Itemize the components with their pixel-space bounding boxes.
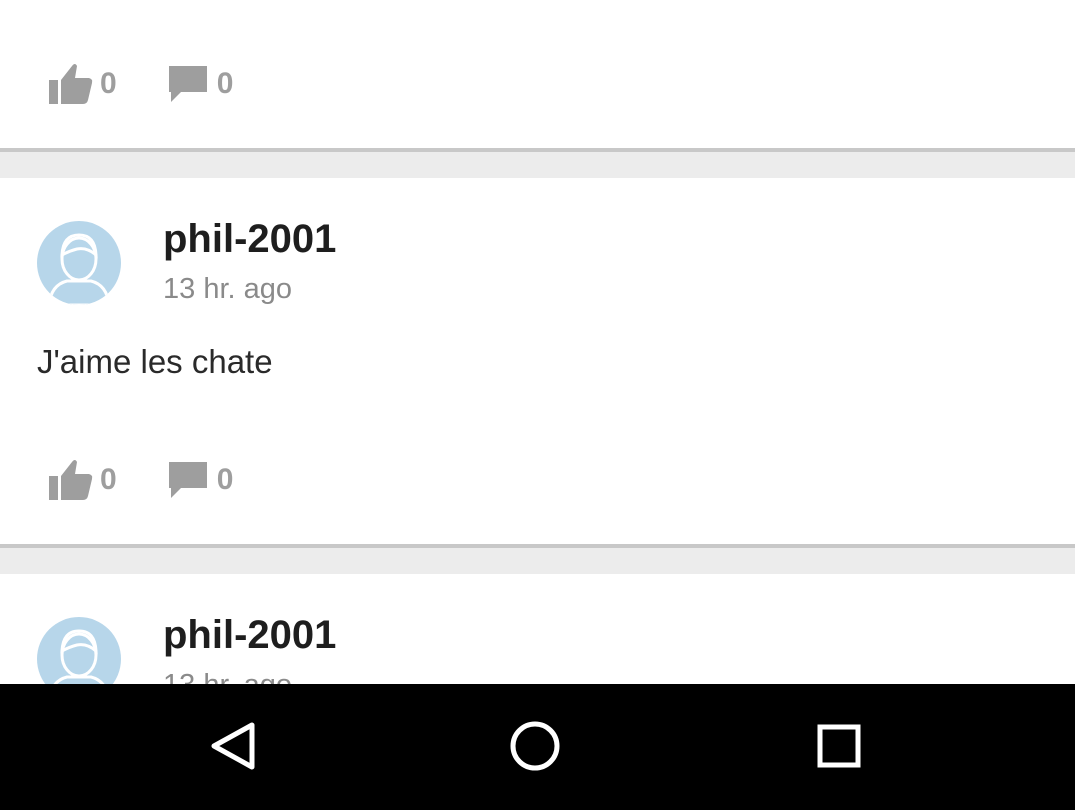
default-user-avatar[interactable]: [37, 617, 121, 684]
back-button[interactable]: [205, 720, 261, 776]
back-triangle-icon: [208, 721, 258, 776]
post-body: J'aime les chate: [37, 343, 273, 380]
post-timestamp: 13 hr. ago: [163, 273, 292, 305]
like-count: 0: [100, 67, 117, 100]
feed: 0 0 phil-2001 13 hr. ago J'aime les chat…: [0, 0, 1075, 684]
comment-button[interactable]: 0: [165, 62, 234, 106]
post-header: phil-2001 13 hr. ago: [0, 613, 1075, 684]
comment-bubble-icon: [165, 458, 211, 502]
system-nav-bar: [0, 684, 1075, 810]
post-header: phil-2001 13 hr. ago: [0, 217, 1075, 311]
like-button[interactable]: 0: [48, 62, 117, 106]
like-count: 0: [100, 463, 117, 496]
post-gap: [0, 548, 1075, 574]
post-timestamp: 13 hr. ago: [163, 669, 292, 684]
post-username[interactable]: phil-2001: [163, 217, 336, 262]
home-circle-icon: [508, 719, 562, 778]
comment-button[interactable]: 0: [165, 458, 234, 502]
recents-button[interactable]: [811, 720, 867, 776]
default-user-avatar[interactable]: [37, 221, 121, 305]
post-gap: [0, 152, 1075, 178]
thumbs-up-icon: [48, 458, 94, 502]
post-username[interactable]: phil-2001: [163, 613, 336, 658]
comment-count: 0: [216, 463, 234, 496]
recents-square-icon: [814, 721, 864, 776]
post-actions: 0 0: [48, 458, 233, 502]
like-button[interactable]: 0: [48, 458, 117, 502]
comment-count: 0: [216, 67, 234, 100]
comment-bubble-icon: [165, 62, 211, 106]
home-button[interactable]: [507, 720, 563, 776]
post-actions: 0 0: [48, 62, 233, 106]
thumbs-up-icon: [48, 62, 94, 106]
